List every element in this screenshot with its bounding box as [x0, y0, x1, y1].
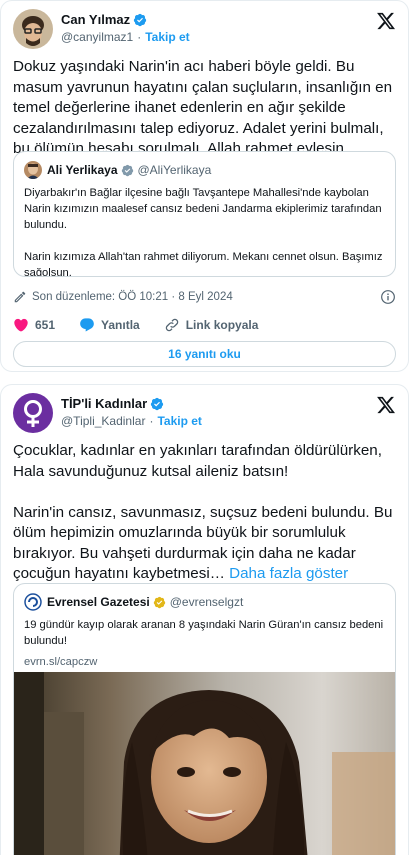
- show-more-link[interactable]: Daha fazla göster: [229, 565, 348, 582]
- child-photo[interactable]: [14, 672, 395, 855]
- tweet-card: TİP'li Kadınlar @Tipli_Kadinlar · Takip …: [0, 384, 409, 855]
- like-count: 651: [35, 318, 56, 332]
- quoted-tweet[interactable]: Evrensel Gazetesi @evrenselgzt 19 gündür…: [13, 583, 396, 855]
- verified-badge-icon: [121, 164, 133, 176]
- like-button[interactable]: 651: [13, 317, 55, 333]
- quoted-avatar: [24, 593, 42, 611]
- tweet-text-body: Çocuklar, kadınlar en yakınları tarafınd…: [13, 442, 393, 582]
- avatar[interactable]: [13, 9, 53, 49]
- tweet-text: Çocuklar, kadınlar en yakınları tarafınd…: [13, 441, 396, 585]
- separator-dot: ·: [149, 414, 154, 428]
- tweet-header: Can Yılmaz @canyilmaz1 · Takip et: [13, 9, 396, 49]
- pencil-icon: [14, 291, 26, 303]
- separator-dot: ·: [137, 30, 142, 44]
- copy-link-button[interactable]: Link kopyala: [164, 317, 259, 333]
- quoted-text: 19 gündür kayıp olarak aranan 8 yaşındak…: [24, 619, 384, 647]
- quoted-author-handle: @evrenselgzt: [169, 595, 244, 609]
- quoted-author-handle: @AliYerlikaya: [137, 163, 212, 177]
- quoted-author-name: Evrensel Gazetesi: [47, 595, 150, 609]
- quoted-author-name: Ali Yerlikaya: [47, 163, 118, 177]
- copy-link-label: Link kopyala: [185, 318, 259, 332]
- author-name[interactable]: Can Yılmaz: [61, 12, 130, 27]
- verified-badge-icon: [151, 397, 164, 410]
- x-logo-icon[interactable]: [376, 11, 396, 31]
- info-icon[interactable]: [380, 289, 396, 305]
- tweet-card: Can Yılmaz @canyilmaz1 · Takip et Dokuz …: [0, 0, 409, 372]
- edited-info: Son düzenleme: ÖÖ 10:21 · 8 Eyl 2024: [13, 287, 396, 307]
- follow-button[interactable]: Takip et: [157, 414, 201, 428]
- tweet-header: TİP'li Kadınlar @Tipli_Kadinlar · Takip …: [13, 393, 396, 433]
- avatar[interactable]: [13, 393, 53, 433]
- follow-button[interactable]: Takip et: [145, 30, 189, 44]
- speech-bubble-icon: [80, 318, 94, 332]
- reply-label: Yanıtla: [101, 318, 140, 332]
- quoted-avatar: [24, 161, 42, 179]
- link-icon: [165, 318, 178, 332]
- reply-button[interactable]: Yanıtla: [79, 317, 140, 333]
- quoted-link[interactable]: evrn.sl/capczw: [24, 654, 385, 670]
- author-name[interactable]: TİP'li Kadınlar: [61, 396, 147, 411]
- read-replies-button[interactable]: 16 yanıtı oku: [13, 341, 396, 367]
- action-bar: 651 Yanıtla Link kopyala: [13, 317, 282, 333]
- author-handle[interactable]: @Tipli_Kadinlar: [61, 414, 145, 428]
- verified-badge-icon: [133, 13, 147, 26]
- heart-icon: [14, 318, 28, 332]
- quoted-tweet[interactable]: Ali Yerlikaya @AliYerlikaya Diyarbakır'ı…: [13, 151, 396, 277]
- edited-timestamp[interactable]: Son düzenleme: ÖÖ 10:21 · 8 Eyl 2024: [32, 291, 233, 303]
- tweet-text: Dokuz yaşındaki Narin'in acı haberi böyl…: [13, 58, 393, 157]
- author-handle[interactable]: @canyilmaz1: [61, 30, 133, 44]
- x-logo-icon[interactable]: [376, 395, 396, 415]
- verified-badge-icon: [153, 596, 165, 608]
- quoted-text: Diyarbakır'ın Bağlar ilçesine bağlı Tavş…: [24, 187, 383, 277]
